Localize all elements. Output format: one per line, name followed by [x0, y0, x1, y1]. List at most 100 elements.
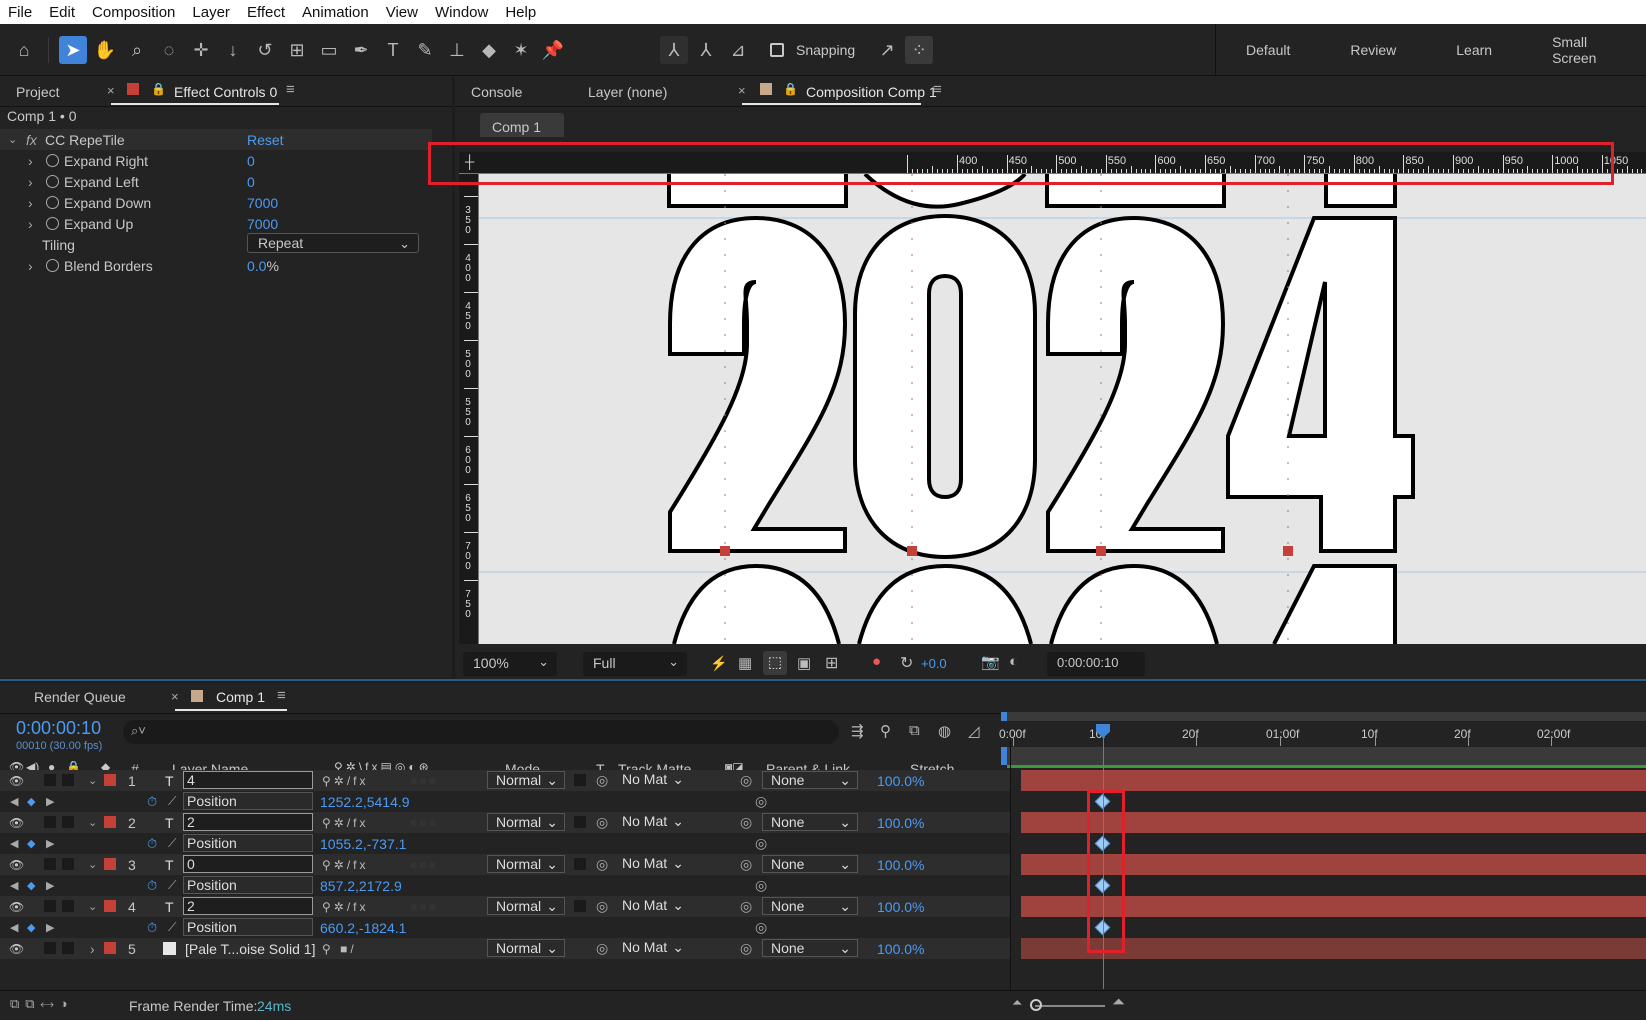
track-matte-dropdown[interactable]: No Mat ⌄ [614, 813, 690, 831]
stopwatch-icon[interactable] [46, 196, 59, 209]
keyframe-indicator-icon[interactable]: ◆ [27, 791, 35, 812]
switch-boxes[interactable]: ■■■ [410, 854, 438, 875]
mode-dropdown[interactable]: Normal ⌄ [487, 897, 565, 915]
fx-icon[interactable]: fx [26, 132, 37, 148]
menu-composition[interactable]: Composition [92, 4, 175, 21]
layer-switches-icons[interactable]: ⚲✲/fx [322, 854, 369, 875]
frame-blending-icon[interactable]: ◍ [938, 722, 951, 740]
layer-duration-bar[interactable] [1021, 770, 1646, 791]
layer-name[interactable]: 0 [183, 855, 313, 873]
layer-switches-icons[interactable]: ⚲✲/fx [322, 770, 369, 791]
selection-tool-icon[interactable]: ➤ [59, 36, 87, 64]
menu-view[interactable]: View [386, 4, 418, 21]
chevron-down-icon[interactable]: ⌄ [88, 896, 97, 917]
stopwatch-icon[interactable]: ⏱ [147, 833, 157, 854]
timeline-zoom-slider[interactable] [1035, 1005, 1105, 1007]
local-axis-icon[interactable]: ⅄ [660, 36, 688, 64]
label-color-swatch[interactable] [104, 942, 116, 954]
clone-stamp-icon[interactable]: ⊥ [443, 36, 471, 64]
mode-dropdown[interactable]: Normal ⌄ [487, 813, 565, 831]
tab-console[interactable]: Console [471, 84, 522, 100]
tab-composition[interactable]: Composition Comp 1 [806, 84, 937, 100]
lock-box[interactable] [62, 858, 74, 870]
layer-switches-icons[interactable]: ⚲✲/fx [322, 896, 369, 917]
lock-box[interactable] [62, 774, 74, 786]
rectangle-tool-icon[interactable]: ▭ [315, 36, 343, 64]
effect-header-row[interactable]: ⌄ fx CC RepeTile Reset [0, 129, 432, 150]
menu-animation[interactable]: Animation [302, 4, 369, 21]
keyframe-indicator-icon[interactable]: ◆ [27, 917, 35, 938]
property-value[interactable]: 0 [247, 153, 255, 169]
parent-pickwhip-icon[interactable]: ◎ [740, 896, 752, 917]
chevron-right-icon[interactable]: › [28, 258, 33, 274]
mode-dropdown[interactable]: Normal ⌄ [487, 771, 565, 789]
zoom-in-icon[interactable]: ⏶ [1112, 994, 1125, 1012]
chevron-right-icon[interactable]: › [28, 216, 33, 232]
track-matte-dropdown[interactable]: No Mat ⌄ [614, 771, 690, 789]
graph-editor-icon[interactable]: ⟋ [168, 917, 176, 938]
track-matte-pickwhip-icon[interactable]: ◎ [596, 812, 608, 833]
panel-menu-icon[interactable]: ≡ [933, 81, 942, 98]
resolution-dropdown[interactable]: Full ⌄ [583, 652, 687, 676]
track-matte-pickwhip-icon[interactable]: ◎ [596, 896, 608, 917]
stopwatch-icon[interactable] [46, 259, 59, 272]
world-axis-icon[interactable]: ⅄ [692, 36, 720, 64]
lock-box[interactable] [62, 900, 74, 912]
chevron-right-icon[interactable]: › [28, 174, 33, 190]
menu-effect[interactable]: Effect [247, 4, 285, 21]
zoom-dropdown[interactable]: 100% ⌄ [463, 652, 557, 676]
expression-pickwhip-icon[interactable]: ◎ [755, 791, 767, 812]
graph-editor-icon[interactable]: ⟋ [168, 875, 176, 896]
region-of-interest-icon[interactable]: ▣ [797, 654, 811, 672]
exposure-value[interactable]: +0.0 [921, 656, 947, 671]
chevron-right-icon[interactable]: › [28, 195, 33, 211]
menu-help[interactable]: Help [505, 4, 536, 21]
eye-icon[interactable]: 👁 [9, 938, 24, 959]
menu-window[interactable]: Window [435, 4, 488, 21]
solo-box[interactable] [44, 858, 56, 870]
chevron-down-icon[interactable]: ⌄ [88, 812, 97, 833]
chevron-right-icon[interactable]: › [28, 153, 33, 169]
chevron-right-icon[interactable]: › [90, 938, 95, 959]
lock-icon[interactable]: 🔒 [151, 82, 166, 96]
snapping-checkbox[interactable] [770, 43, 784, 57]
color-channels-icon[interactable]: ● [872, 653, 881, 670]
next-keyframe-icon[interactable]: ▶ [46, 917, 54, 938]
motion-blur-icon[interactable]: ◿ [968, 722, 980, 740]
workspace-default[interactable]: Default [1246, 42, 1290, 58]
stretch-value[interactable]: 100.0% [877, 812, 924, 833]
next-keyframe-icon[interactable]: ▶ [46, 833, 54, 854]
home-icon[interactable]: ⌂ [10, 36, 38, 64]
layer-name[interactable]: 2 [183, 813, 313, 831]
layer-switches-icons[interactable]: ⚲✲/fx [322, 812, 369, 833]
prev-keyframe-icon[interactable]: ◀ [10, 875, 18, 896]
prev-keyframe-icon[interactable]: ◀ [10, 833, 18, 854]
layer-row[interactable]: 👁 ⌄ 1 T 4 ⚲✲/fx ■■■ Normal ⌄ ◎ No Mat ⌄ ◎ None ⌄ 100.0% [0, 770, 1010, 791]
eraser-tool-icon[interactable]: ◆ [475, 36, 503, 64]
property-value[interactable]: 0 [247, 174, 255, 190]
layer-row[interactable]: 👁 › 5 [Pale T...oise Solid 1] ⚲ ■/Normal ⌄ ◎ No… [0, 938, 1010, 959]
preserve-transparency-box[interactable] [574, 774, 586, 786]
graph-editor-icon[interactable]: ⟋ [168, 791, 176, 812]
preserve-transparency-box[interactable] [574, 858, 586, 870]
dolly-camera-icon[interactable]: ↓ [219, 36, 247, 64]
composition-canvas[interactable] [479, 174, 1646, 644]
slider-knob[interactable] [1030, 999, 1042, 1011]
mode-dropdown[interactable]: Normal ⌄ [487, 939, 565, 957]
lock-box[interactable] [62, 942, 74, 954]
chevron-down-icon[interactable]: ⌄ [8, 133, 17, 146]
prev-keyframe-icon[interactable]: ◀ [10, 917, 18, 938]
layer-row[interactable]: 👁 ⌄ 2 T 2 ⚲✲/fx ■■■ Normal ⌄ ◎ No Mat ⌄ ◎ None ⌄ 100.0% [0, 812, 1010, 833]
stopwatch-icon[interactable] [46, 154, 59, 167]
property-value[interactable]: 7000 [247, 195, 278, 211]
panel-menu-icon[interactable]: ≡ [286, 81, 295, 98]
stopwatch-icon[interactable] [46, 217, 59, 230]
property-value[interactable]: 1055.2,-737.1 [320, 833, 406, 854]
keyframe-indicator-icon[interactable]: ◆ [27, 833, 35, 854]
lock-icon[interactable]: 🔒 [783, 82, 798, 96]
layer-search-input[interactable]: ⌕˅ [123, 720, 839, 744]
track-matte-dropdown[interactable]: No Mat ⌄ [614, 855, 690, 873]
stretch-value[interactable]: 100.0% [877, 770, 924, 791]
snap-grid-icon[interactable]: ⁘ [905, 36, 934, 64]
chevron-down-icon[interactable]: ⌄ [88, 854, 97, 875]
